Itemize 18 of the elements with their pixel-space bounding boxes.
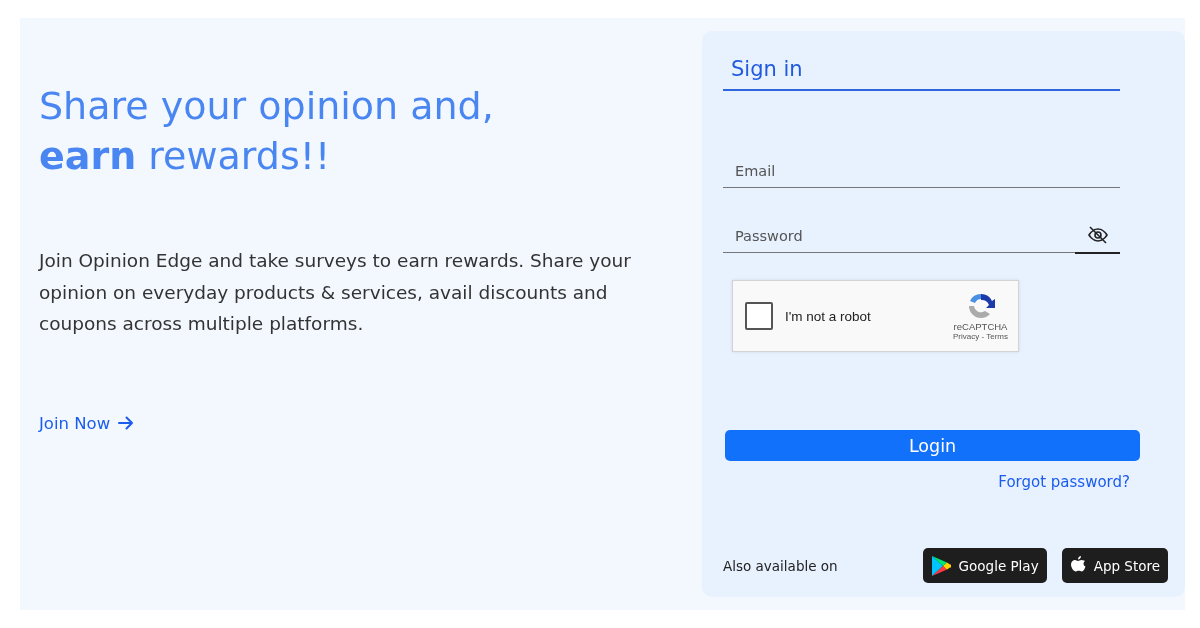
email-field[interactable]: Email — [723, 155, 1120, 188]
join-now-link[interactable]: Join Now — [39, 413, 135, 433]
privacy-terms-links[interactable]: Privacy - Terms — [953, 332, 1008, 341]
headline: earn rewards!! — [39, 133, 331, 180]
also-available-label: Also available on — [723, 557, 838, 574]
sign-in-tab[interactable]: Sign in — [723, 57, 1120, 91]
headline: Share your opinion and, — [39, 83, 494, 130]
captcha-checkbox[interactable] — [745, 302, 773, 330]
store-badge[interactable]: App Store — [1061, 548, 1168, 583]
store-badge[interactable]: Google Play — [922, 548, 1047, 583]
login-button[interactable]: Login — [725, 430, 1140, 461]
description: Join Opinion Edge and take surveys to earn rewards. Share your opinion on everyday products & services, avail discounts and coupons across multiple platforms. — [39, 249, 632, 336]
recaptcha-brand: reCAPTCHA — [953, 321, 1008, 332]
arrow-right-icon — [118, 416, 135, 430]
captcha-label: I'm not a robot — [785, 308, 872, 324]
play-icon — [930, 554, 951, 577]
password-field[interactable]: Password — [723, 219, 1075, 253]
forgot-password-link[interactable]: Forgot password? — [998, 473, 1130, 491]
